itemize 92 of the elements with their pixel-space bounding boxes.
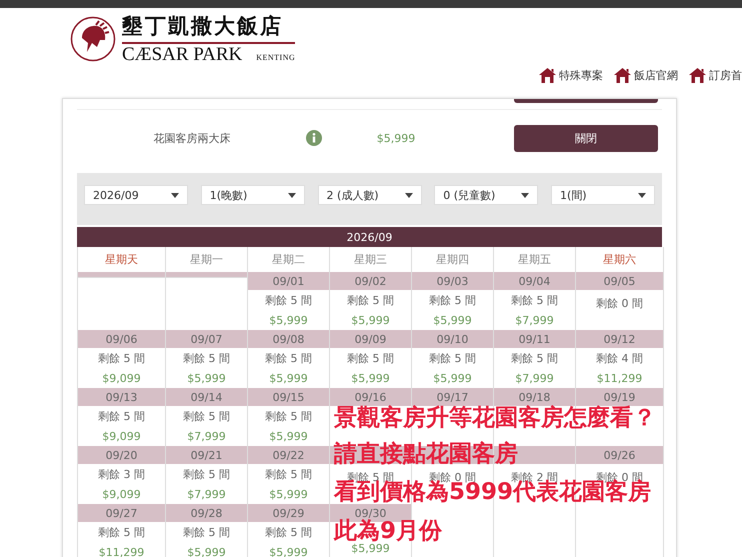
- date-cell: 09/14: [166, 388, 247, 406]
- rooms-left: 剩餘 5 間: [347, 293, 394, 308]
- day-price[interactable]: $9,099: [102, 372, 141, 385]
- day-price[interactable]: $5,999: [351, 314, 390, 327]
- rooms-left: 剩餘 5 間: [511, 293, 558, 308]
- rooms-left: 剩餘 5 間: [98, 409, 145, 424]
- day-price[interactable]: $5,999: [269, 314, 308, 327]
- date-cell: 09/02: [330, 272, 411, 290]
- rooms-left: 剩餘 5 間: [265, 351, 312, 366]
- day-price[interactable]: $7,999: [187, 488, 226, 501]
- nav-link[interactable]: 特殊專案: [539, 68, 603, 83]
- day-price[interactable]: $7,999: [187, 430, 226, 443]
- date-cell: 09/28: [166, 504, 247, 522]
- date-cell: 09/19: [576, 388, 663, 406]
- date-cell: 09/15: [248, 388, 329, 406]
- caret-icon: [288, 192, 296, 198]
- day-price[interactable]: $7,999: [515, 314, 554, 327]
- rooms-left: 剩餘 5 間: [429, 293, 476, 308]
- hotel-brand: CÆSAR PARK: [122, 44, 242, 66]
- day-price[interactable]: $7,999: [515, 372, 554, 385]
- house-icon: [689, 68, 706, 83]
- date-cell: 09/11: [494, 330, 575, 348]
- date-cell: 09/26: [576, 446, 663, 464]
- hotel-location: KENTING: [256, 53, 296, 62]
- caret-icon: [171, 192, 179, 198]
- day-price[interactable]: $5,999: [269, 372, 308, 385]
- helmet-logo-icon: [70, 16, 116, 62]
- rooms-left: 剩餘 5 間: [429, 351, 476, 366]
- date-cell: 09/22: [248, 446, 329, 464]
- select-field[interactable]: 0 (兒童數): [434, 185, 538, 205]
- day-price[interactable]: $5,999: [433, 372, 472, 385]
- select-field[interactable]: 1(晚數): [200, 185, 305, 205]
- date-cell: 09/05: [576, 272, 663, 290]
- rooms-left: 剩餘 0 間: [596, 296, 643, 312]
- hotel-name: 墾丁凱撒大飯店: [122, 12, 296, 44]
- date-cell: 09/17: [412, 388, 493, 406]
- date-cell: 09/03: [412, 272, 493, 290]
- nav-link[interactable]: 飯店官網: [614, 68, 678, 83]
- date-cell: 09/09: [330, 330, 411, 348]
- rooms-left: 剩餘 5 間: [183, 525, 230, 540]
- date-cell: 09/10: [412, 330, 493, 348]
- rooms-left: 剩餘 5 間: [265, 525, 312, 540]
- house-icon: [539, 68, 556, 83]
- day-price[interactable]: $5,999: [269, 430, 308, 443]
- rooms-left: 剩餘 5 間: [183, 351, 230, 366]
- rooms-left: 剩餘 5 間: [183, 409, 230, 424]
- date-cell: 09/07: [166, 330, 247, 348]
- day-price[interactable]: $5,999: [351, 372, 390, 385]
- date-cell: 09/12: [576, 330, 663, 348]
- caret-icon: [521, 192, 530, 198]
- rooms-left: 剩餘 5 間: [183, 467, 230, 482]
- date-cell: 09/01: [248, 272, 329, 290]
- day-price[interactable]: $9,099: [102, 430, 141, 443]
- annotation-text: 景觀客房升等花園客房怎麼看？: [334, 407, 656, 429]
- date-cell: 09/18: [494, 388, 575, 406]
- room-price: $5,999: [376, 132, 416, 144]
- select-field[interactable]: 2 (成人數): [318, 185, 422, 205]
- day-price[interactable]: $5,999: [269, 488, 308, 501]
- day-price[interactable]: $11,299: [596, 372, 642, 385]
- rooms-left: 剩餘 5 間: [98, 351, 145, 366]
- date-cell: 09/04: [494, 272, 575, 290]
- date-cell: 09/29: [248, 504, 329, 522]
- date-cell: 09/08: [248, 330, 329, 348]
- date-cell: 09/21: [166, 446, 247, 464]
- date-cell: 09/27: [78, 504, 165, 522]
- rooms-left: 剩餘 5 間: [98, 525, 145, 540]
- rooms-left: 剩餘 5 間: [265, 409, 312, 424]
- select-field[interactable]: 1(間): [551, 185, 655, 205]
- month-title: 2026/09: [77, 227, 662, 247]
- annotation-text: 請直接點花園客房: [334, 443, 518, 465]
- nav-link[interactable]: 訂房首: [689, 68, 742, 83]
- day-price[interactable]: $5,999: [433, 314, 472, 327]
- day-price[interactable]: $5,999: [351, 542, 390, 556]
- house-icon: [614, 68, 631, 83]
- rooms-left: 剩餘 5 間: [511, 351, 558, 366]
- rooms-left: 剩餘 5 間: [265, 467, 312, 482]
- rooms-left: 剩餘 4 間: [596, 351, 643, 366]
- day-price[interactable]: $5,999: [187, 372, 226, 385]
- date-cell: 09/16: [330, 388, 411, 406]
- date-cell: 09/20: [78, 446, 165, 464]
- rooms-left: 剩餘 5 間: [265, 293, 312, 308]
- caret-icon: [638, 192, 646, 198]
- date-cell: 09/13: [78, 388, 165, 406]
- close-button[interactable]: 關閉: [514, 124, 658, 152]
- date-cell: 09/06: [78, 330, 165, 348]
- caret-icon: [404, 192, 412, 198]
- rooms-left: 剩餘 5 間: [347, 351, 394, 366]
- rooms-left: 剩餘 3 間: [98, 467, 145, 482]
- room-name: 花園客房兩大床: [152, 130, 232, 146]
- info-icon[interactable]: [306, 130, 322, 146]
- day-price[interactable]: $9,099: [102, 488, 141, 501]
- select-field[interactable]: 2026/09: [84, 185, 188, 205]
